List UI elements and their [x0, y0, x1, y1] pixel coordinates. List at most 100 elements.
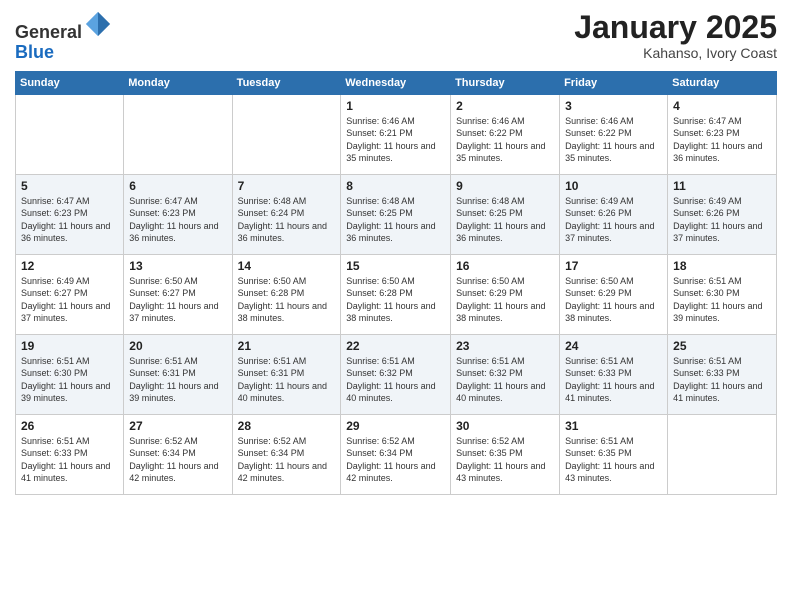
- day-number: 12: [21, 259, 118, 273]
- day-info: Sunrise: 6:51 AMSunset: 6:33 PMDaylight:…: [565, 356, 654, 404]
- day-number: 29: [346, 419, 445, 433]
- day-number: 28: [238, 419, 336, 433]
- day-info: Sunrise: 6:46 AMSunset: 6:22 PMDaylight:…: [456, 116, 545, 164]
- day-number: 16: [456, 259, 554, 273]
- day-info: Sunrise: 6:48 AMSunset: 6:24 PMDaylight:…: [238, 196, 327, 244]
- calendar-table: Sunday Monday Tuesday Wednesday Thursday…: [15, 71, 777, 495]
- day-info: Sunrise: 6:50 AMSunset: 6:28 PMDaylight:…: [346, 276, 435, 324]
- day-info: Sunrise: 6:49 AMSunset: 6:26 PMDaylight:…: [565, 196, 654, 244]
- calendar-cell: 10 Sunrise: 6:49 AMSunset: 6:26 PMDayligh…: [560, 174, 668, 254]
- day-info: Sunrise: 6:49 AMSunset: 6:27 PMDaylight:…: [21, 276, 110, 324]
- day-info: Sunrise: 6:50 AMSunset: 6:29 PMDaylight:…: [456, 276, 545, 324]
- day-number: 19: [21, 339, 118, 353]
- day-info: Sunrise: 6:50 AMSunset: 6:29 PMDaylight:…: [565, 276, 654, 324]
- day-number: 3: [565, 99, 662, 113]
- calendar-cell: 31 Sunrise: 6:51 AMSunset: 6:35 PMDayligh…: [560, 414, 668, 494]
- day-number: 13: [129, 259, 226, 273]
- day-number: 8: [346, 179, 445, 193]
- day-info: Sunrise: 6:52 AMSunset: 6:34 PMDaylight:…: [238, 436, 327, 484]
- calendar-cell: 25 Sunrise: 6:51 AMSunset: 6:33 PMDayligh…: [668, 334, 777, 414]
- calendar-cell: 28 Sunrise: 6:52 AMSunset: 6:34 PMDayligh…: [232, 414, 341, 494]
- header-row: Sunday Monday Tuesday Wednesday Thursday…: [16, 71, 777, 94]
- day-info: Sunrise: 6:50 AMSunset: 6:28 PMDaylight:…: [238, 276, 327, 324]
- day-info: Sunrise: 6:47 AMSunset: 6:23 PMDaylight:…: [129, 196, 218, 244]
- day-number: 25: [673, 339, 771, 353]
- col-sunday: Sunday: [16, 71, 124, 94]
- calendar-cell: 2 Sunrise: 6:46 AMSunset: 6:22 PMDaylight…: [451, 94, 560, 174]
- calendar-week-2: 12 Sunrise: 6:49 AMSunset: 6:27 PMDayligh…: [16, 254, 777, 334]
- day-number: 30: [456, 419, 554, 433]
- day-info: Sunrise: 6:51 AMSunset: 6:32 PMDaylight:…: [456, 356, 545, 404]
- day-number: 21: [238, 339, 336, 353]
- calendar-week-1: 5 Sunrise: 6:47 AMSunset: 6:23 PMDaylight…: [16, 174, 777, 254]
- day-info: Sunrise: 6:46 AMSunset: 6:21 PMDaylight:…: [346, 116, 435, 164]
- day-number: 14: [238, 259, 336, 273]
- calendar-cell: 13Sunrise: 6:50 AMSunset: 6:27 PMDayligh…: [124, 254, 232, 334]
- calendar-cell: [668, 414, 777, 494]
- logo-icon: [84, 10, 112, 38]
- day-number: 20: [129, 339, 226, 353]
- calendar-cell: [232, 94, 341, 174]
- day-number: 1: [346, 99, 445, 113]
- day-number: 11: [673, 179, 771, 193]
- day-info: Sunrise: 6:51 AMSunset: 6:33 PMDaylight:…: [21, 436, 110, 484]
- day-info: Sunrise: 6:47 AMSunset: 6:23 PMDaylight:…: [673, 116, 762, 164]
- day-number: 23: [456, 339, 554, 353]
- calendar-cell: 7Sunrise: 6:48 AMSunset: 6:24 PMDaylight…: [232, 174, 341, 254]
- calendar-cell: 19 Sunrise: 6:51 AMSunset: 6:30 PMDayligh…: [16, 334, 124, 414]
- day-info: Sunrise: 6:51 AMSunset: 6:33 PMDaylight:…: [673, 356, 762, 404]
- calendar-week-4: 26 Sunrise: 6:51 AMSunset: 6:33 PMDayligh…: [16, 414, 777, 494]
- calendar-cell: [124, 94, 232, 174]
- col-thursday: Thursday: [451, 71, 560, 94]
- day-number: 24: [565, 339, 662, 353]
- calendar-cell: 16 Sunrise: 6:50 AMSunset: 6:29 PMDayligh…: [451, 254, 560, 334]
- logo-blue: Blue: [15, 42, 54, 62]
- location: Kahanso, Ivory Coast: [574, 45, 777, 61]
- day-info: Sunrise: 6:52 AMSunset: 6:34 PMDaylight:…: [129, 436, 218, 484]
- day-number: 31: [565, 419, 662, 433]
- day-info: Sunrise: 6:47 AMSunset: 6:23 PMDaylight:…: [21, 196, 110, 244]
- calendar-cell: 5 Sunrise: 6:47 AMSunset: 6:23 PMDaylight…: [16, 174, 124, 254]
- day-number: 6: [129, 179, 226, 193]
- col-friday: Friday: [560, 71, 668, 94]
- calendar-cell: 9Sunrise: 6:48 AMSunset: 6:25 PMDaylight…: [451, 174, 560, 254]
- col-saturday: Saturday: [668, 71, 777, 94]
- page: General Blue January 2025 Kahanso, Ivory…: [0, 0, 792, 612]
- day-number: 27: [129, 419, 226, 433]
- day-info: Sunrise: 6:51 AMSunset: 6:35 PMDaylight:…: [565, 436, 654, 484]
- day-number: 22: [346, 339, 445, 353]
- day-number: 2: [456, 99, 554, 113]
- header: General Blue January 2025 Kahanso, Ivory…: [15, 10, 777, 63]
- calendar-cell: 22 Sunrise: 6:51 AMSunset: 6:32 PMDayligh…: [341, 334, 451, 414]
- logo-general: General: [15, 22, 82, 42]
- day-number: 5: [21, 179, 118, 193]
- day-number: 10: [565, 179, 662, 193]
- calendar-cell: 26 Sunrise: 6:51 AMSunset: 6:33 PMDayligh…: [16, 414, 124, 494]
- col-monday: Monday: [124, 71, 232, 94]
- day-number: 4: [673, 99, 771, 113]
- title-area: January 2025 Kahanso, Ivory Coast: [574, 10, 777, 61]
- calendar-cell: 27 Sunrise: 6:52 AMSunset: 6:34 PMDayligh…: [124, 414, 232, 494]
- day-info: Sunrise: 6:51 AMSunset: 6:30 PMDaylight:…: [21, 356, 110, 404]
- day-number: 15: [346, 259, 445, 273]
- day-info: Sunrise: 6:51 AMSunset: 6:32 PMDaylight:…: [346, 356, 435, 404]
- calendar-cell: 3 Sunrise: 6:46 AMSunset: 6:22 PMDaylight…: [560, 94, 668, 174]
- calendar-cell: 23 Sunrise: 6:51 AMSunset: 6:32 PMDayligh…: [451, 334, 560, 414]
- day-info: Sunrise: 6:51 AMSunset: 6:31 PMDaylight:…: [129, 356, 218, 404]
- calendar-cell: 21 Sunrise: 6:51 AMSunset: 6:31 PMDayligh…: [232, 334, 341, 414]
- calendar-cell: 12 Sunrise: 6:49 AMSunset: 6:27 PMDayligh…: [16, 254, 124, 334]
- day-info: Sunrise: 6:46 AMSunset: 6:22 PMDaylight:…: [565, 116, 654, 164]
- month-title: January 2025: [574, 10, 777, 45]
- calendar-cell: 20 Sunrise: 6:51 AMSunset: 6:31 PMDayligh…: [124, 334, 232, 414]
- logo: General Blue: [15, 10, 112, 63]
- calendar-cell: 6 Sunrise: 6:47 AMSunset: 6:23 PMDaylight…: [124, 174, 232, 254]
- calendar-week-0: 1 Sunrise: 6:46 AMSunset: 6:21 PMDaylight…: [16, 94, 777, 174]
- day-number: 26: [21, 419, 118, 433]
- day-number: 9: [456, 179, 554, 193]
- col-wednesday: Wednesday: [341, 71, 451, 94]
- calendar-cell: 29Sunrise: 6:52 AMSunset: 6:34 PMDayligh…: [341, 414, 451, 494]
- calendar-week-3: 19 Sunrise: 6:51 AMSunset: 6:30 PMDayligh…: [16, 334, 777, 414]
- day-info: Sunrise: 6:51 AMSunset: 6:31 PMDaylight:…: [238, 356, 327, 404]
- calendar-cell: 17Sunrise: 6:50 AMSunset: 6:29 PMDayligh…: [560, 254, 668, 334]
- calendar-cell: 30Sunrise: 6:52 AMSunset: 6:35 PMDayligh…: [451, 414, 560, 494]
